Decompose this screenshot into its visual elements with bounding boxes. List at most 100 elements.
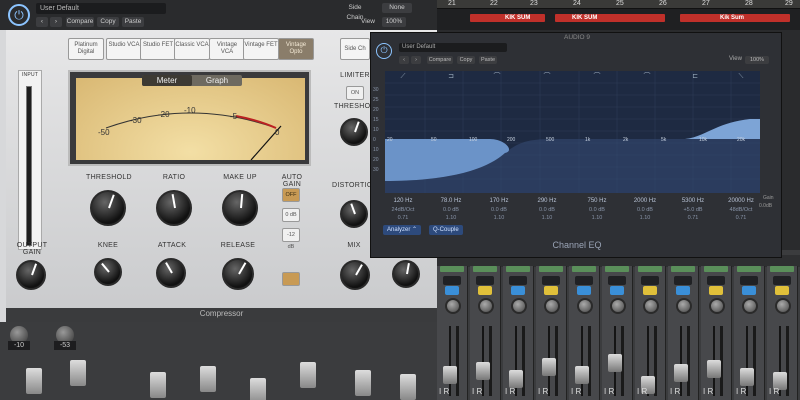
graph-tab[interactable]: Graph — [192, 75, 242, 86]
volume-fader[interactable] — [150, 372, 166, 398]
q-couple-button[interactable]: Q-Couple — [429, 225, 463, 235]
output-knob[interactable] — [392, 260, 420, 288]
input-record-buttons[interactable]: I R — [769, 387, 779, 396]
volume-fader[interactable] — [542, 358, 556, 376]
send-slot[interactable] — [641, 276, 659, 285]
input-record-buttons[interactable]: I R — [439, 387, 449, 396]
band-3-gain[interactable]: 0.0 dB — [479, 207, 519, 213]
input-record-buttons[interactable]: I R — [472, 387, 482, 396]
mix-knob[interactable] — [340, 260, 370, 290]
compare-button[interactable]: Compare — [66, 17, 94, 27]
volume-fader[interactable] — [608, 354, 622, 372]
side-chain-button[interactable]: Side Ch — [340, 38, 370, 60]
band-1-q[interactable]: 0.71 — [383, 215, 423, 221]
release-knob[interactable] — [222, 258, 254, 290]
view-zoom-menu[interactable]: 100% — [382, 17, 406, 27]
compare-button[interactable]: Compare — [427, 56, 453, 64]
volume-fader[interactable] — [476, 362, 490, 380]
pan-knob[interactable] — [775, 298, 791, 314]
plugin-slot[interactable] — [671, 266, 695, 272]
input-record-buttons[interactable]: I R — [571, 387, 581, 396]
eq-graph[interactable] — [385, 71, 760, 193]
gain-value[interactable]: 0.0dB — [759, 203, 772, 209]
volume-fader[interactable] — [355, 370, 371, 396]
automation-mode-indicator[interactable] — [511, 286, 525, 295]
band-7-q[interactable]: 0.71 — [673, 215, 713, 221]
send-slot[interactable] — [674, 276, 692, 285]
analyzer-button[interactable]: Analyzer ⌃ — [383, 225, 422, 235]
meter-tab[interactable]: Meter — [142, 75, 192, 86]
bell-band-icon[interactable]: ⌒ — [591, 73, 603, 81]
volume-fader[interactable] — [575, 366, 589, 384]
power-icon[interactable]: ⏻ — [8, 4, 30, 26]
next-preset-button[interactable]: › — [411, 56, 421, 64]
makeup-knob[interactable] — [222, 190, 258, 226]
side-chain-menu[interactable]: None — [382, 3, 412, 13]
send-slot[interactable] — [476, 276, 494, 285]
auto-gain-12db-button[interactable]: -12 dB — [282, 228, 300, 250]
automation-mode-indicator[interactable] — [709, 286, 723, 295]
attack-knob[interactable] — [156, 258, 186, 288]
limiter-on-button[interactable]: ON — [346, 86, 364, 100]
band-8-slope[interactable]: 48dB/Oct — [721, 207, 761, 213]
volume-fader[interactable] — [300, 362, 316, 388]
input-record-buttons[interactable]: I R — [736, 387, 746, 396]
plugin-slot[interactable] — [572, 266, 596, 272]
view-zoom-menu[interactable]: 100% — [745, 56, 769, 64]
band-8-frequency[interactable]: 20000 Hz — [721, 198, 761, 204]
prev-preset-button[interactable]: ‹ — [399, 56, 409, 64]
pan-knob[interactable] — [478, 298, 494, 314]
paste-button[interactable]: Paste — [122, 17, 144, 27]
send-slot[interactable] — [740, 276, 758, 285]
band-1-frequency[interactable]: 120 Hz — [383, 198, 423, 204]
automation-mode-indicator[interactable] — [445, 286, 459, 295]
band-3-q[interactable]: 1.10 — [479, 215, 519, 221]
send-slot[interactable] — [773, 276, 791, 285]
limiter-threshold-knob[interactable] — [340, 118, 368, 146]
automation-mode-indicator[interactable] — [544, 286, 558, 295]
plugin-slot[interactable] — [539, 266, 563, 272]
band-4-gain[interactable]: 0.0 dB — [527, 207, 567, 213]
model-vintage-fet[interactable]: Vintage FET — [243, 38, 279, 60]
pan-knob[interactable] — [709, 298, 725, 314]
preset-menu[interactable]: User Default — [36, 3, 166, 14]
volume-fader[interactable] — [70, 360, 86, 386]
eq-preset-menu[interactable]: User Default — [399, 43, 507, 52]
automation-mode-indicator[interactable] — [577, 286, 591, 295]
pan-knob[interactable] — [511, 298, 527, 314]
bell-band-icon[interactable]: ⌒ — [491, 73, 503, 81]
band-6-gain[interactable]: 0.0 dB — [625, 207, 665, 213]
plugin-slot[interactable] — [770, 266, 794, 272]
band-5-q[interactable]: 1.10 — [577, 215, 617, 221]
send-slot[interactable] — [542, 276, 560, 285]
pan-knob[interactable] — [742, 298, 758, 314]
volume-fader[interactable] — [509, 370, 523, 388]
input-record-buttons[interactable]: I R — [538, 387, 548, 396]
plugin-slot[interactable] — [473, 266, 497, 272]
power-icon[interactable]: ⏻ — [376, 43, 392, 59]
input-record-buttons[interactable]: I R — [505, 387, 515, 396]
automation-mode-indicator[interactable] — [610, 286, 624, 295]
plugin-slot[interactable] — [605, 266, 629, 272]
band-3-frequency[interactable]: 170 Hz — [479, 198, 519, 204]
model-studio-fet[interactable]: Studio FET — [140, 38, 176, 60]
pan-knob[interactable] — [643, 298, 659, 314]
pan-knob[interactable] — [610, 298, 626, 314]
send-slot[interactable] — [608, 276, 626, 285]
volume-fader[interactable] — [443, 366, 457, 384]
band-2-q[interactable]: 1.10 — [431, 215, 471, 221]
auto-gain-0db-button[interactable]: 0 dB — [282, 208, 300, 222]
volume-fader[interactable] — [200, 366, 216, 392]
band-1-slope[interactable]: 24dB/Oct — [383, 207, 423, 213]
band-6-q[interactable]: 1.10 — [625, 215, 665, 221]
band-7-frequency[interactable]: 5300 Hz — [673, 198, 713, 204]
output-gain-knob[interactable] — [16, 260, 46, 290]
plugin-slot[interactable] — [506, 266, 530, 272]
plugin-slot[interactable] — [704, 266, 728, 272]
meter-graph-toggle[interactable]: Meter Graph — [142, 75, 242, 86]
threshold-knob[interactable] — [90, 190, 126, 226]
send-slot[interactable] — [575, 276, 593, 285]
low-shelf-icon[interactable]: ⊐ — [445, 73, 457, 81]
automation-mode-indicator[interactable] — [742, 286, 756, 295]
plugin-slot[interactable] — [737, 266, 761, 272]
